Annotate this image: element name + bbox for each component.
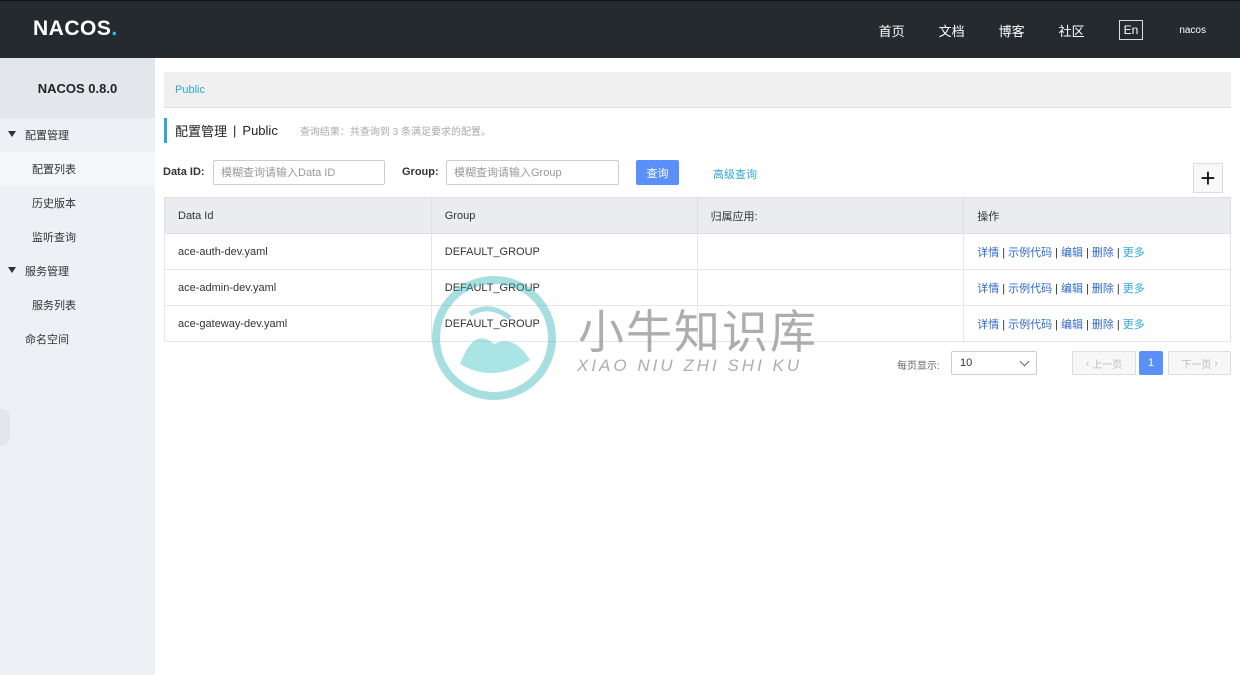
- language-toggle-button[interactable]: En: [1118, 20, 1144, 40]
- delete-link[interactable]: 删除: [1092, 319, 1114, 331]
- table-header-row: Data Id Group 归属应用: 操作: [164, 197, 1231, 234]
- sidebar-collapse-handle[interactable]: [0, 408, 10, 446]
- sidebar-item-config-list[interactable]: 配置列表: [0, 152, 155, 186]
- chevron-left-icon: ‹: [1085, 357, 1090, 369]
- separator: |: [1116, 282, 1120, 295]
- delete-link[interactable]: 删除: [1092, 283, 1114, 295]
- more-link[interactable]: 更多: [1123, 283, 1145, 295]
- top-header: NACOS. 首页 文档 博客 社区 En nacos: [0, 0, 1240, 58]
- table-row: ace-auth-dev.yaml DEFAULT_GROUP 详情 | 示例代码 |…: [164, 233, 1231, 270]
- watermark-subtext: XIAO NIU ZHI SHI KU: [577, 356, 803, 375]
- current-page-button[interactable]: 1: [1139, 351, 1163, 375]
- cell-app: [696, 233, 965, 270]
- cell-data-id: ace-admin-dev.yaml: [164, 269, 432, 306]
- sidebar-group-label: 服务管理: [25, 266, 69, 278]
- sidebar-group-config[interactable]: 配置管理: [0, 118, 155, 152]
- delete-link[interactable]: 删除: [1092, 247, 1114, 259]
- logo-dot: .: [111, 17, 118, 40]
- edit-link[interactable]: 编辑: [1061, 247, 1083, 259]
- column-header-data-id: Data Id: [164, 197, 432, 234]
- chevron-down-icon: [1019, 356, 1030, 367]
- sidebar-item-listener-query[interactable]: 监听查询: [0, 220, 155, 254]
- nav-docs[interactable]: 文档: [939, 21, 965, 40]
- page-title: 配置管理: [175, 124, 228, 139]
- detail-link[interactable]: 详情: [977, 283, 999, 295]
- cell-group: DEFAULT_GROUP: [430, 233, 698, 270]
- nav-home[interactable]: 首页: [879, 21, 905, 40]
- detail-link[interactable]: 详情: [977, 319, 999, 331]
- separator: |: [1085, 318, 1089, 331]
- caret-down-icon: [8, 267, 16, 273]
- logo-text: NACOS: [33, 17, 112, 40]
- separator: |: [1116, 246, 1120, 259]
- cell-operations: 详情 | 示例代码 | 编辑 | 删除 | 更多: [963, 233, 1231, 270]
- query-button[interactable]: 查询: [636, 160, 679, 185]
- page-namespace: Public: [242, 123, 278, 138]
- edit-link[interactable]: 编辑: [1061, 283, 1083, 295]
- more-link[interactable]: 更多: [1123, 319, 1145, 331]
- sample-code-link[interactable]: 示例代码: [1008, 319, 1052, 331]
- sidebar-group-label: 配置管理: [25, 130, 69, 142]
- cell-operations: 详情 | 示例代码 | 编辑 | 删除 | 更多: [963, 305, 1231, 342]
- data-id-input[interactable]: [213, 160, 385, 185]
- sample-code-link[interactable]: 示例代码: [1008, 283, 1052, 295]
- column-header-group: Group: [430, 197, 698, 234]
- separator: |: [1002, 282, 1006, 295]
- separator: |: [1055, 282, 1058, 295]
- nav-community[interactable]: 社区: [1059, 21, 1085, 40]
- sidebar-item-history[interactable]: 历史版本: [0, 186, 155, 220]
- add-config-button[interactable]: +: [1193, 163, 1223, 193]
- top-nav: 首页 文档 博客 社区 En nacos: [879, 1, 1240, 59]
- separator: |: [1002, 246, 1006, 259]
- separator: |: [1002, 318, 1006, 331]
- breadcrumb-public[interactable]: Public: [175, 84, 205, 96]
- breadcrumb: Public: [164, 72, 1231, 108]
- nav-blog[interactable]: 博客: [999, 21, 1025, 40]
- edit-link[interactable]: 编辑: [1061, 319, 1083, 331]
- result-info: 查询结果：共查询到 3 条满足要求的配置。: [299, 127, 491, 138]
- cell-data-id: ace-gateway-dev.yaml: [164, 305, 432, 342]
- column-header-operations: 操作: [963, 197, 1231, 234]
- caret-down-icon: [8, 131, 16, 137]
- sidebar: NACOS 0.8.0 配置管理 配置列表 历史版本 监听查询 服务管理 服务列…: [0, 58, 155, 675]
- page-size-label: 每页显示:: [897, 361, 940, 372]
- nacos-logo[interactable]: NACOS.: [33, 17, 118, 41]
- separator: |: [1116, 318, 1120, 331]
- separator: |: [1085, 246, 1089, 259]
- plus-icon: +: [1200, 163, 1216, 193]
- more-link[interactable]: 更多: [1123, 247, 1145, 259]
- group-label: Group:: [402, 166, 439, 178]
- next-page-button[interactable]: 下一页 ›: [1168, 351, 1231, 375]
- detail-link[interactable]: 详情: [977, 247, 999, 259]
- data-id-label: Data ID:: [163, 166, 205, 178]
- page-title-row: 配置管理 | Public 查询结果：共查询到 3 条满足要求的配置。: [164, 118, 491, 143]
- title-separator: |: [233, 123, 237, 138]
- cell-data-id: ace-auth-dev.yaml: [164, 233, 432, 270]
- sample-code-link[interactable]: 示例代码: [1008, 247, 1052, 259]
- prev-page-button[interactable]: ‹ 上一页: [1072, 351, 1136, 375]
- version-label: NACOS 0.8.0: [0, 58, 155, 118]
- sidebar-group-service[interactable]: 服务管理: [0, 254, 155, 288]
- sidebar-item-namespace[interactable]: 命名空间: [0, 322, 155, 356]
- page-size-value: 10: [960, 357, 973, 369]
- column-header-app: 归属应用:: [696, 197, 965, 234]
- separator: |: [1055, 318, 1058, 331]
- next-page-label: 下一页: [1181, 359, 1212, 371]
- advanced-query-link[interactable]: 高级查询: [713, 166, 757, 182]
- prev-page-label: 上一页: [1092, 359, 1123, 371]
- watermark-text: 小牛知识库: [578, 306, 818, 358]
- page-size-select[interactable]: 10: [951, 351, 1037, 375]
- user-name[interactable]: nacos: [1179, 25, 1206, 36]
- chevron-right-icon: ›: [1214, 357, 1218, 369]
- group-input[interactable]: [446, 160, 619, 185]
- separator: |: [1085, 282, 1089, 295]
- sidebar-item-service-list[interactable]: 服务列表: [0, 288, 155, 322]
- cell-operations: 详情 | 示例代码 | 编辑 | 删除 | 更多: [963, 269, 1231, 306]
- separator: |: [1055, 246, 1058, 259]
